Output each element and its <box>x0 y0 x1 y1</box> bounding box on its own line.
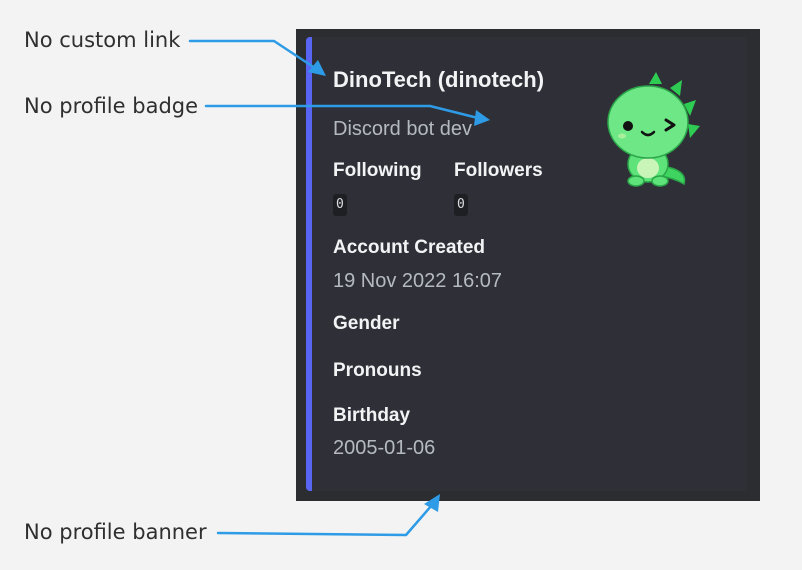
field-name-account-created: Account Created <box>333 237 486 258</box>
embed-description: Discord bot dev <box>333 118 472 140</box>
field-name-gender: Gender <box>333 313 400 334</box>
field-name-pronouns: Pronouns <box>333 360 422 381</box>
embed-accent-bar <box>306 37 312 491</box>
annotation-no-profile-banner: No profile banner <box>24 520 207 544</box>
annotation-no-custom-link: No custom link <box>24 28 181 52</box>
field-value-birthday: 2005-01-06 <box>333 437 436 459</box>
field-value-account-created: 19 Nov 2022 16:07 <box>333 270 503 292</box>
field-value-followers: 0 <box>454 194 468 216</box>
dino-mascot-icon <box>604 70 708 195</box>
field-name-following: Following <box>333 160 422 181</box>
annotation-no-profile-badge: No profile badge <box>24 94 199 118</box>
field-value-following: 0 <box>333 194 347 216</box>
field-name-birthday: Birthday <box>333 405 411 426</box>
embed-author: DinoTech (dinotech) <box>333 67 545 92</box>
field-name-followers: Followers <box>454 160 543 181</box>
